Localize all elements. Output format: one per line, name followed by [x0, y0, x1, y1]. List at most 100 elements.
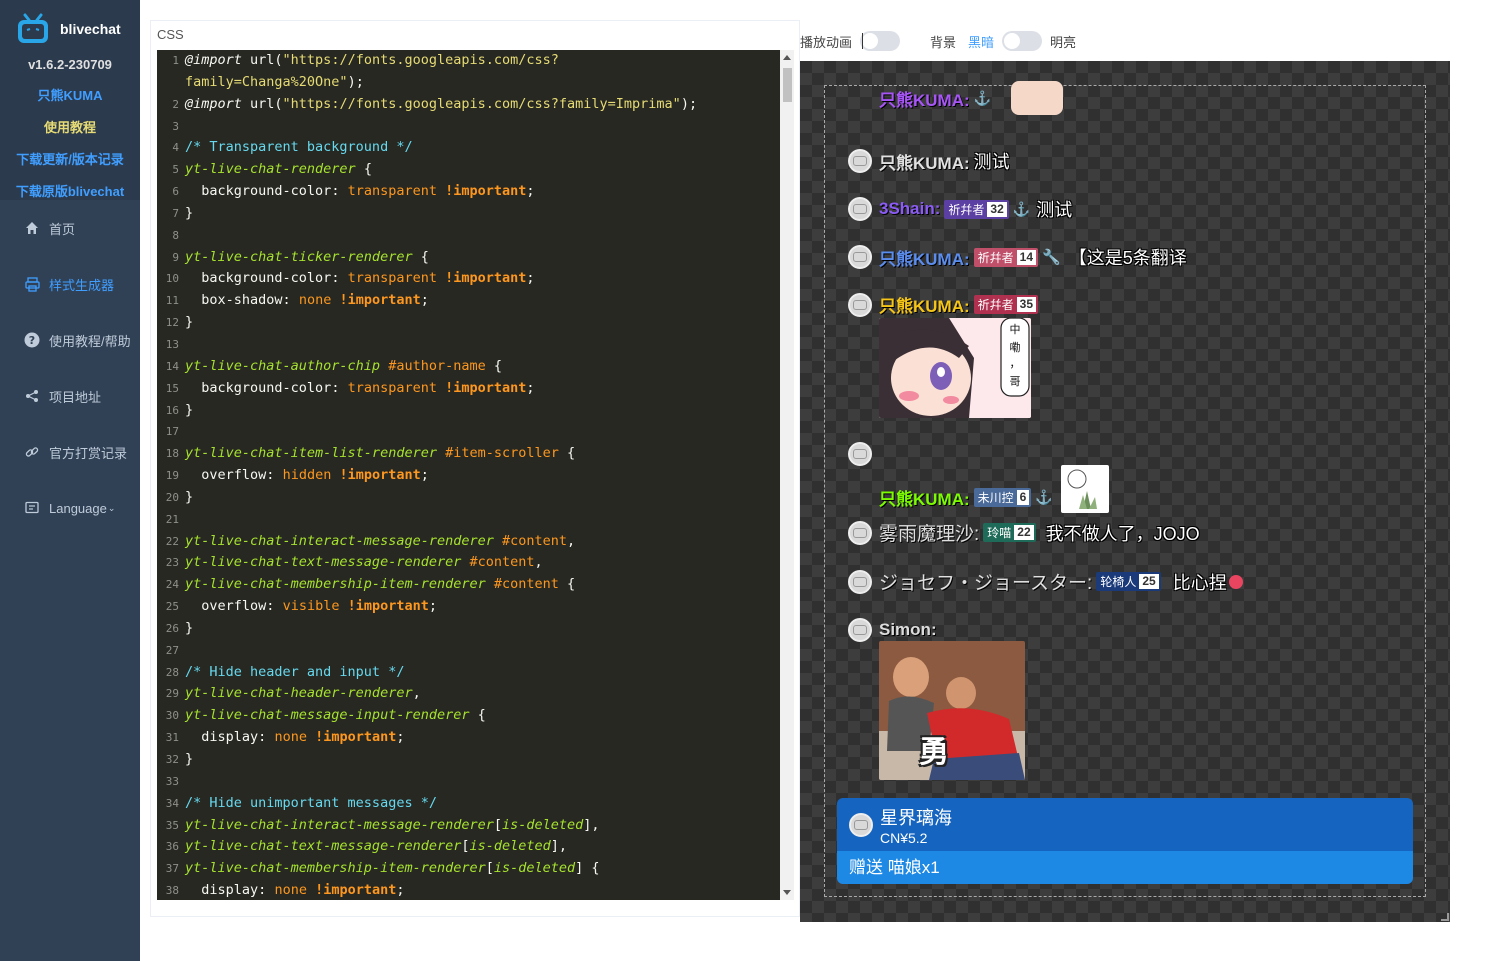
avatar: [848, 197, 872, 221]
download-original-link[interactable]: 下载原版blivechat: [0, 181, 140, 200]
medal-badge: 轮椅人 25: [1096, 572, 1161, 591]
scroll-down-icon[interactable]: [783, 890, 791, 895]
code-line: 6 background-color: transparent !importa…: [172, 183, 535, 200]
nav-item-home[interactable]: 首页: [0, 200, 140, 256]
scrollbar-thumb[interactable]: [783, 68, 792, 102]
code-line: 26}: [165, 619, 194, 636]
code-line: 14 yt-live-chat-author-chip #author-name …: [165, 357, 503, 374]
light-label[interactable]: 明亮: [1050, 32, 1076, 51]
nav-item-label: 样式生成器: [49, 277, 115, 293]
chat-message: [848, 442, 879, 466]
code-line: 2 @import url("https://fonts.googleapis.c…: [172, 95, 698, 112]
code-line: 21: [165, 512, 179, 526]
medal-name: 轮椅人: [1100, 575, 1137, 589]
anime-girl-sticker: 中 嘞 ， 哥: [879, 318, 1031, 418]
medal-level: 22: [1014, 525, 1034, 540]
nav-item-label: 使用教程/帮助: [49, 333, 131, 349]
code-line: 20}: [165, 488, 194, 505]
dark-label[interactable]: 黑暗: [968, 32, 994, 51]
nav-item-label: 首页: [49, 221, 76, 237]
message-text: 【这是5条翻译: [1068, 248, 1187, 268]
background-label: 背景: [930, 34, 957, 50]
nav-item-style-generator[interactable]: 样式生成器: [0, 256, 140, 312]
avatar: [848, 245, 872, 269]
medal-name: 祈幷者: [977, 298, 1014, 312]
message-icon: [24, 500, 40, 516]
anchor-icon: ⚓: [1035, 488, 1053, 505]
code-line: 30 yt-live-chat-message-input-renderer {: [165, 707, 486, 724]
nav-item-gift-records[interactable]: 官方打赏记录: [0, 424, 140, 480]
author-name: 只熊KUMA:: [879, 153, 970, 173]
code-line: 3: [172, 119, 179, 133]
code-line: 38 display: none !important;: [165, 882, 405, 899]
message-text: 我不做人了，JOJO: [1045, 523, 1200, 544]
background-toggle[interactable]: [1002, 31, 1043, 51]
anchor-icon: ⚓: [1012, 200, 1031, 217]
code-line: 9 yt-live-chat-ticker-renderer {: [172, 248, 429, 265]
code-line: 36 yt-live-chat-text-message-renderer[is-…: [165, 838, 568, 855]
css-code-editor[interactable]: 1 @import url("https://fonts.googleapis.c…: [157, 50, 780, 900]
medal-name: 玲喵: [987, 526, 1012, 540]
medal-name: 祈幷者: [977, 250, 1014, 265]
avatar: [848, 442, 872, 466]
author-name: Simon:: [879, 620, 937, 639]
code-line: 7}: [172, 204, 194, 221]
editor-scrollbar[interactable]: [780, 50, 794, 900]
wrench-icon: 🔧: [1042, 249, 1061, 266]
scroll-up-icon[interactable]: [783, 55, 791, 60]
chat-message: 3Shain: 祈幷者 32 ⚓ 测试: [848, 196, 1072, 222]
version-label: v1.6.2-230709: [28, 57, 112, 72]
app-name: blivechat: [60, 21, 121, 37]
home-icon: [24, 220, 40, 236]
medal-name: 祈幷者: [948, 202, 985, 217]
medal-badge: 祈幷者 14: [973, 247, 1039, 267]
chat-message: Simon:: [848, 618, 941, 642]
avatar: [848, 149, 872, 173]
avatar: [848, 292, 872, 317]
code-line: 23 yt-live-chat-text-message-renderer #co…: [165, 554, 543, 571]
code-line: 18 yt-live-chat-item-list-renderer #item-…: [165, 445, 576, 462]
code-line: 31 display: none !important;: [165, 729, 405, 746]
code-line: 29 yt-live-chat-header-renderer,: [165, 685, 421, 702]
text-cursor: [862, 33, 864, 49]
preview-controls: 播放动画 背景 黑暗 明亮: [800, 30, 1076, 52]
code-line: 11 box-shadow: none !important;: [165, 292, 429, 309]
nav-item-project[interactable]: 项目地址: [0, 368, 140, 424]
code-line: 5 yt-live-chat-renderer {: [172, 161, 372, 178]
code-line: 22 yt-live-chat-interact-message-renderer…: [165, 532, 576, 549]
superchat-author: 星界璃海: [880, 807, 952, 828]
code-line: 15 background-color: transparent !import…: [165, 379, 535, 396]
blush-emoji-icon: [1228, 574, 1243, 589]
code-line: 16}: [165, 401, 194, 418]
css-editor-label: CSS: [157, 27, 184, 42]
medal-badge: 未川控 6: [973, 487, 1032, 507]
chat-message: 雾雨魔理沙: 玲喵 22 我不做人了，JOJO: [848, 519, 1200, 546]
author-name: 雾雨魔理沙:: [879, 524, 980, 545]
message-text: 比心捏: [1172, 572, 1227, 593]
nav-item-help[interactable]: ? 使用教程/帮助: [0, 312, 140, 368]
meme-image: 勇: [879, 641, 1025, 780]
bilibili-tv-icon: [16, 13, 50, 45]
code-line: 37 yt-live-chat-membership-item-renderer[…: [165, 860, 600, 877]
tutorial-link[interactable]: 使用教程: [0, 117, 140, 136]
animation-toggle[interactable]: [860, 31, 901, 51]
code-line: 19 overflow: hidden !important;: [165, 467, 429, 484]
author-name: 只熊KUMA:: [879, 249, 970, 269]
superchat-message: 赠送 喵娘x1: [837, 851, 1413, 884]
resize-handle-icon[interactable]: [1441, 913, 1449, 921]
medal-level: 32: [987, 201, 1007, 217]
toggle-knob: [862, 33, 879, 49]
chat-message-body: 只熊KUMA: 未川控 6 ⚓: [879, 465, 1109, 521]
author-name: ジョセフ・ジョースター:: [879, 573, 1093, 594]
author-link[interactable]: 只熊KUMA: [0, 85, 140, 104]
code-line: 12}: [165, 314, 194, 331]
link-icon: [24, 444, 40, 460]
code-line: 27: [165, 643, 179, 657]
logo-row[interactable]: blivechat: [0, 0, 140, 48]
download-update-link[interactable]: 下载更新/版本记录: [0, 149, 140, 168]
share-icon: [24, 388, 40, 404]
toggle-knob: [1004, 33, 1021, 49]
chat-preview: 只熊KUMA: ⚓ 只熊KUMA: 测试 3Shain: 祈幷者 32 ⚓ 测试 …: [800, 61, 1450, 922]
nav-item-language[interactable]: Language ⌄: [0, 480, 140, 536]
code-line: family=Changa%20One");: [185, 73, 364, 90]
